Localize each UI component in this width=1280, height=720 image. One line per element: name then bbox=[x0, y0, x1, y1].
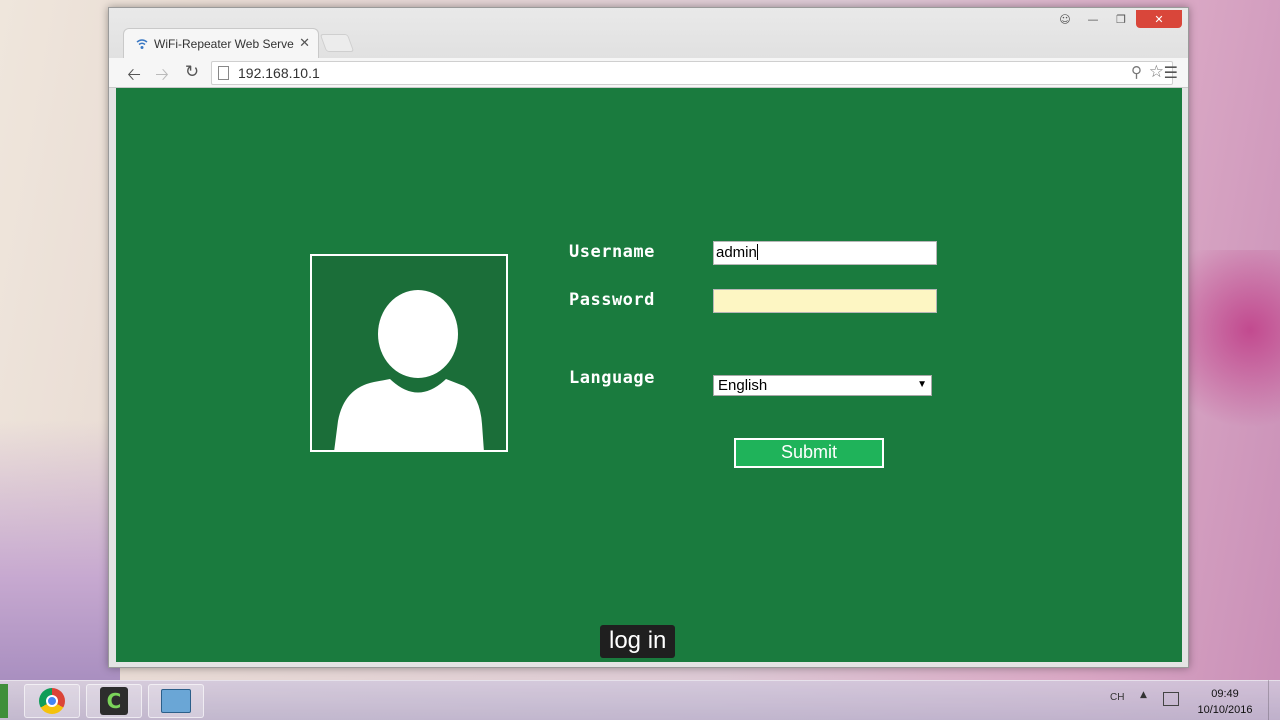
address-bar[interactable]: 192.168.10.1 ⚲ ☆ bbox=[211, 61, 1173, 85]
text-caret bbox=[756, 244, 758, 260]
network-app-icon bbox=[161, 689, 191, 713]
window-controls: ☺ — ❐ ✕ bbox=[1052, 10, 1182, 28]
title-bar: ☺ — ❐ ✕ WiFi-Repeater Web Server ✕ bbox=[109, 8, 1188, 58]
new-tab-button[interactable] bbox=[319, 34, 355, 52]
start-button-edge[interactable] bbox=[0, 684, 8, 718]
minimize-button[interactable]: — bbox=[1080, 10, 1106, 28]
page-content: Username admin Password Language English… bbox=[116, 88, 1182, 662]
close-tab-icon[interactable]: ✕ bbox=[299, 35, 310, 51]
chrome-icon bbox=[39, 688, 65, 714]
dropdown-arrow-icon: ▼ bbox=[917, 379, 927, 390]
taskbar-network-app[interactable] bbox=[148, 684, 204, 718]
desktop-wallpaper-right bbox=[1180, 250, 1280, 450]
password-input[interactable] bbox=[713, 289, 937, 313]
browser-toolbar: 🡠 🡢 ↻ 192.168.10.1 ⚲ ☆ ☰ bbox=[109, 58, 1188, 88]
user-silhouette-icon bbox=[334, 290, 484, 450]
username-label: Username bbox=[569, 242, 655, 262]
close-window-button[interactable]: ✕ bbox=[1136, 10, 1182, 28]
star-icon[interactable]: ☆ bbox=[1149, 62, 1164, 82]
avatar bbox=[310, 254, 508, 452]
input-language-indicator[interactable]: CH bbox=[1110, 692, 1124, 703]
wifi-icon bbox=[136, 38, 148, 49]
clock-date: 10/10/2016 bbox=[1197, 704, 1253, 716]
password-label: Password bbox=[569, 290, 655, 310]
language-label: Language bbox=[569, 368, 655, 388]
forward-arrow-icon[interactable]: 🡢 bbox=[151, 62, 173, 91]
language-select[interactable]: English ▼ bbox=[713, 375, 932, 396]
reload-icon[interactable]: ↻ bbox=[181, 62, 203, 82]
system-clock[interactable]: 09:49 10/10/2016 bbox=[1190, 686, 1260, 718]
camtasia-icon: C bbox=[100, 687, 128, 715]
maximize-button[interactable]: ❐ bbox=[1108, 10, 1134, 28]
desktop-wallpaper-left bbox=[0, 420, 120, 680]
show-desktop-button[interactable] bbox=[1268, 680, 1280, 720]
key-icon[interactable]: ⚲ bbox=[1131, 63, 1142, 81]
user-profile-icon[interactable]: ☺ bbox=[1052, 10, 1078, 28]
username-value: admin bbox=[716, 244, 757, 261]
language-value: English bbox=[718, 377, 768, 394]
url-text: 192.168.10.1 bbox=[238, 65, 320, 81]
video-caption: log in bbox=[600, 625, 676, 658]
back-arrow-icon[interactable]: 🡠 bbox=[123, 62, 145, 91]
hamburger-menu-icon[interactable]: ☰ bbox=[1164, 63, 1178, 82]
browser-window: ☺ — ❐ ✕ WiFi-Repeater Web Server ✕ 🡠 🡢 ↻… bbox=[108, 7, 1189, 668]
tray-expand-icon[interactable]: ▲ bbox=[1140, 690, 1147, 700]
username-input[interactable]: admin bbox=[713, 241, 937, 265]
clock-time: 09:49 bbox=[1211, 688, 1239, 700]
network-tray-icon[interactable] bbox=[1163, 692, 1179, 706]
taskbar: C bbox=[0, 680, 1280, 720]
submit-button[interactable]: Submit bbox=[734, 438, 884, 468]
tab-wifi-repeater[interactable]: WiFi-Repeater Web Server ✕ bbox=[123, 28, 319, 58]
tab-title: WiFi-Repeater Web Server bbox=[154, 36, 294, 51]
page-icon bbox=[218, 66, 229, 80]
taskbar-camtasia[interactable]: C bbox=[86, 684, 142, 718]
taskbar-chrome[interactable] bbox=[24, 684, 80, 718]
